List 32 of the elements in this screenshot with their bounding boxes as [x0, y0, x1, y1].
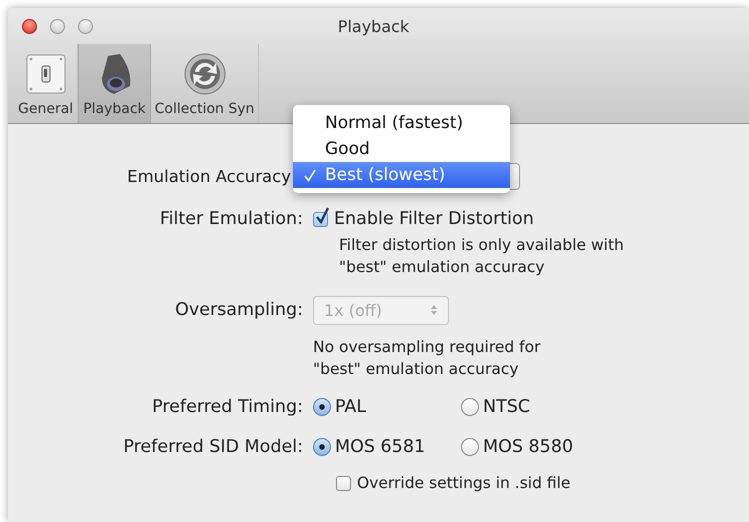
stepper-arrows-icon: [430, 304, 438, 316]
checkbox-option[interactable]: Enable Filter Distortion: [313, 209, 534, 229]
radio-button[interactable]: [461, 398, 479, 416]
field-label: Oversampling:: [175, 300, 303, 320]
checkbox-option[interactable]: Override settings in .sid file: [336, 474, 570, 492]
menu-item[interactable]: Best (slowest): [293, 162, 510, 188]
checkmark-icon: [304, 169, 316, 182]
minimize-button[interactable]: [50, 18, 65, 34]
radio-label: PAL: [335, 397, 366, 417]
radio-label: MOS 8580: [483, 437, 574, 457]
radio-button[interactable]: [313, 438, 331, 456]
radio-label: MOS 6581: [335, 437, 426, 457]
menu-item[interactable]: Normal (fastest): [293, 110, 510, 136]
toolbar-tab[interactable]: General: [14, 44, 78, 123]
zoom-button[interactable]: [78, 18, 93, 34]
checkmark-icon: [314, 210, 330, 226]
window-title: Playback: [338, 16, 410, 36]
toolbar-tab[interactable]: Playback: [78, 44, 151, 123]
radio-button[interactable]: [313, 398, 331, 416]
radio-label: NTSC: [483, 397, 530, 417]
field-label: Preferred SID Model:: [123, 437, 303, 457]
close-button[interactable]: [22, 18, 37, 34]
field-label: Emulation Accuracy: [127, 167, 291, 186]
toolbar-tab[interactable]: Collection Syn: [150, 44, 260, 123]
help-text: Filter distortion is only available with "best" emulation accuracy: [339, 235, 624, 278]
field-label: Filter Emulation:: [160, 209, 303, 229]
radio-button[interactable]: [461, 438, 479, 456]
menu-item[interactable]: Good: [293, 136, 510, 162]
field-label: Preferred Timing:: [152, 397, 303, 417]
toggle-switch-icon: [26, 54, 66, 94]
sync-arrows-icon: [182, 52, 227, 96]
help-text: No oversampling required for "best" emulation accuracy: [313, 337, 540, 380]
